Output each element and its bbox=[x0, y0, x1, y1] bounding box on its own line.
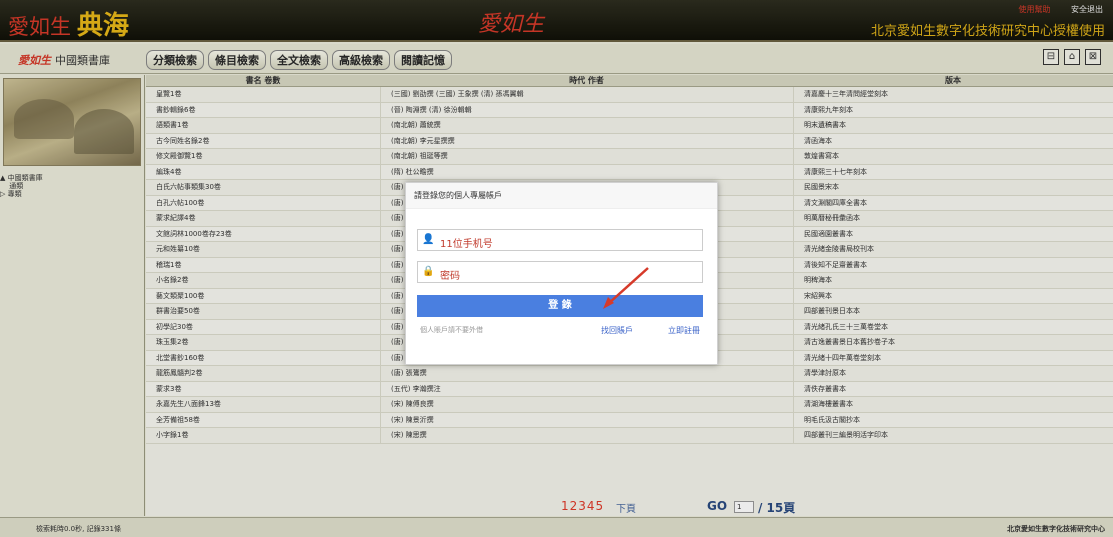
password-placeholder: 密码 bbox=[440, 271, 460, 282]
login-dialog: 請登錄您的個人專屬帳戶 👤 11位手机号 🔒 密码 登 錄 個人賬戶請不要外借 … bbox=[405, 182, 718, 365]
dialog-title: 請登錄您的個人專屬帳戶 bbox=[406, 183, 717, 209]
password-field[interactable]: 🔒 密码 bbox=[417, 261, 703, 283]
find-account-link[interactable]: 找回賬戶 bbox=[601, 325, 633, 336]
phone-placeholder: 11位手机号 bbox=[440, 239, 493, 250]
lock-icon: 🔒 bbox=[422, 266, 435, 277]
user-icon: 👤 bbox=[422, 234, 435, 245]
register-link[interactable]: 立即註冊 bbox=[668, 325, 700, 336]
phone-field[interactable]: 👤 11位手机号 bbox=[417, 229, 703, 251]
login-button[interactable]: 登 錄 bbox=[417, 295, 703, 317]
account-note: 個人賬戶請不要外借 bbox=[420, 326, 483, 334]
